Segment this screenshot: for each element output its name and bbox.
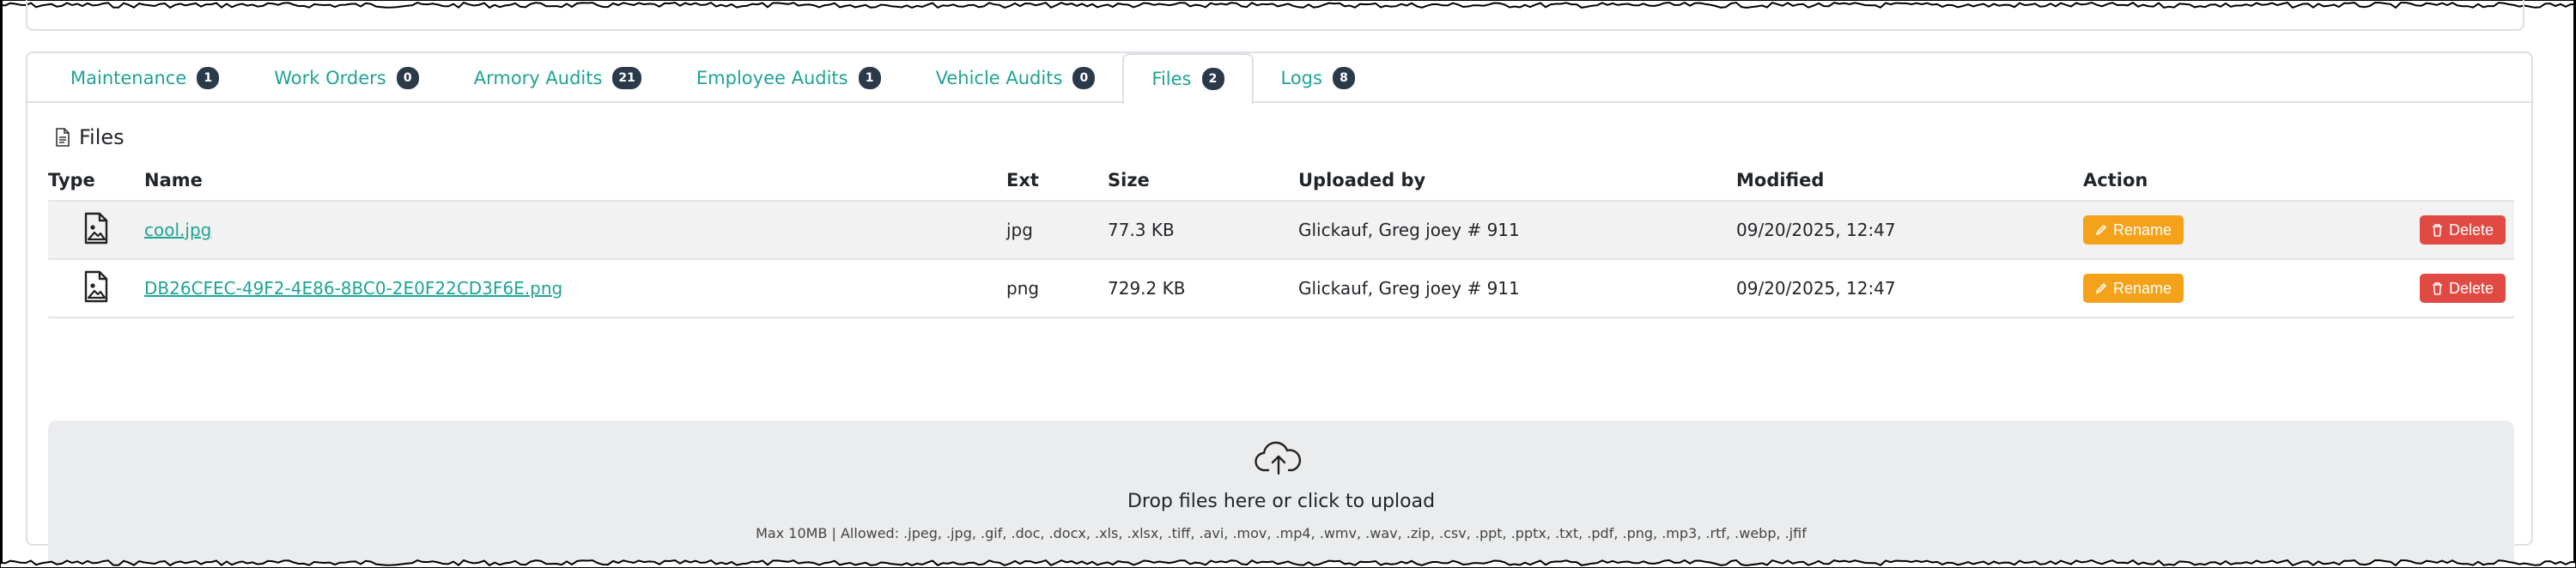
torn-edge-bottom bbox=[0, 559, 2576, 568]
tab-bar: Maintenance 1 Work Orders 0 Armory Audit… bbox=[27, 53, 2531, 105]
type-cell bbox=[48, 258, 144, 318]
delete-button[interactable]: Delete bbox=[2419, 215, 2506, 245]
name-cell: DB26CFEC-49F2-4E86-8BC0-2E0F22CD3F6E.png bbox=[144, 258, 1006, 318]
name-cell: cool.jpg bbox=[144, 200, 1006, 259]
file-link[interactable]: cool.jpg bbox=[144, 220, 211, 240]
tab-label: Files bbox=[1151, 69, 1192, 89]
col-header-action: Action bbox=[2083, 169, 2148, 190]
col-header-uploaded-by: Uploaded by bbox=[1298, 169, 1426, 190]
modified-cell: 09/20/2025, 12:47 bbox=[1736, 258, 2083, 318]
count-badge: 21 bbox=[612, 67, 641, 89]
type-cell bbox=[48, 200, 144, 259]
dropzone-text: Drop files here or click to upload bbox=[1127, 491, 1436, 512]
previous-card-edge bbox=[26, 0, 2524, 31]
rename-label: Rename bbox=[2113, 279, 2172, 297]
tab-label: Armory Audits bbox=[473, 68, 603, 88]
action-cell: Rename bbox=[2083, 200, 2379, 259]
table-row: DB26CFEC-49F2-4E86-8BC0-2E0F22CD3F6E.png… bbox=[48, 258, 2514, 318]
trash-icon bbox=[2432, 281, 2442, 295]
trash-icon bbox=[2432, 223, 2442, 237]
delete-label: Delete bbox=[2448, 221, 2494, 239]
count-badge: 1 bbox=[858, 67, 881, 89]
delete-label: Delete bbox=[2448, 279, 2494, 297]
tab-logs[interactable]: Logs 8 bbox=[1254, 53, 1382, 103]
uploaded-by-cell: Glickauf, Greg joey # 911 bbox=[1298, 258, 1736, 318]
tab-label: Maintenance bbox=[70, 68, 187, 88]
count-badge: 0 bbox=[396, 67, 419, 89]
col-header-type: Type bbox=[48, 169, 95, 190]
tab-employee-audits[interactable]: Employee Audits 1 bbox=[669, 53, 908, 103]
tab-armory-audits[interactable]: Armory Audits 21 bbox=[447, 53, 669, 103]
cloud-upload-icon bbox=[1255, 441, 1302, 475]
tab-label: Work Orders bbox=[274, 68, 386, 88]
count-badge: 0 bbox=[1072, 67, 1096, 89]
uploaded-by-cell: Glickauf, Greg joey # 911 bbox=[1298, 200, 1736, 259]
count-badge: 1 bbox=[197, 67, 220, 89]
section-title: Files bbox=[55, 125, 125, 149]
file-link[interactable]: DB26CFEC-49F2-4E86-8BC0-2E0F22CD3F6E.png bbox=[144, 278, 562, 299]
image-file-icon bbox=[84, 212, 108, 244]
delete-cell: Delete bbox=[2379, 258, 2514, 318]
table-row: cool.jpg jpg 77.3 KB Glickauf, Greg joey… bbox=[48, 200, 2514, 259]
col-header-delete bbox=[2379, 160, 2514, 201]
section-title-text: Files bbox=[79, 125, 125, 149]
tab-label: Logs bbox=[1280, 68, 1322, 88]
pencil-icon bbox=[2095, 282, 2107, 294]
rename-button[interactable]: Rename bbox=[2083, 274, 2184, 303]
count-badge: 8 bbox=[1332, 67, 1355, 89]
col-header-ext: Ext bbox=[1006, 169, 1039, 190]
rename-button[interactable]: Rename bbox=[2083, 215, 2184, 245]
modified-cell: 09/20/2025, 12:47 bbox=[1736, 200, 2083, 259]
file-icon bbox=[56, 128, 70, 147]
ext-cell: jpg bbox=[1006, 200, 1108, 259]
size-cell: 729.2 KB bbox=[1108, 258, 1298, 318]
tab-label: Employee Audits bbox=[696, 68, 848, 88]
pencil-icon bbox=[2095, 224, 2107, 236]
rename-label: Rename bbox=[2113, 221, 2172, 239]
table-header-row: Type Name Ext Size Uploaded by Modified … bbox=[48, 160, 2514, 201]
col-header-name: Name bbox=[144, 169, 203, 190]
tab-maintenance[interactable]: Maintenance 1 bbox=[43, 53, 246, 103]
delete-cell: Delete bbox=[2379, 200, 2514, 259]
tab-files[interactable]: Files 2 bbox=[1122, 53, 1254, 105]
col-header-modified: Modified bbox=[1736, 169, 1825, 190]
action-cell: Rename bbox=[2083, 258, 2379, 318]
tab-vehicle-audits[interactable]: Vehicle Audits 0 bbox=[908, 53, 1123, 103]
delete-button[interactable]: Delete bbox=[2419, 274, 2506, 303]
ext-cell: png bbox=[1006, 258, 1108, 318]
col-header-size: Size bbox=[1108, 169, 1150, 190]
files-card: Maintenance 1 Work Orders 0 Armory Audit… bbox=[26, 51, 2533, 568]
tab-work-orders[interactable]: Work Orders 0 bbox=[246, 53, 446, 103]
files-table: Type Name Ext Size Uploaded by Modified … bbox=[48, 160, 2514, 318]
upload-dropzone[interactable]: Drop files here or click to upload Max 1… bbox=[48, 420, 2514, 568]
dropzone-hint: Max 10MB | Allowed: .jpeg, .jpg, .gif, .… bbox=[756, 525, 1807, 541]
count-badge: 2 bbox=[1201, 68, 1224, 90]
image-file-icon bbox=[84, 270, 108, 302]
tab-label: Vehicle Audits bbox=[935, 68, 1063, 88]
size-cell: 77.3 KB bbox=[1108, 200, 1298, 259]
